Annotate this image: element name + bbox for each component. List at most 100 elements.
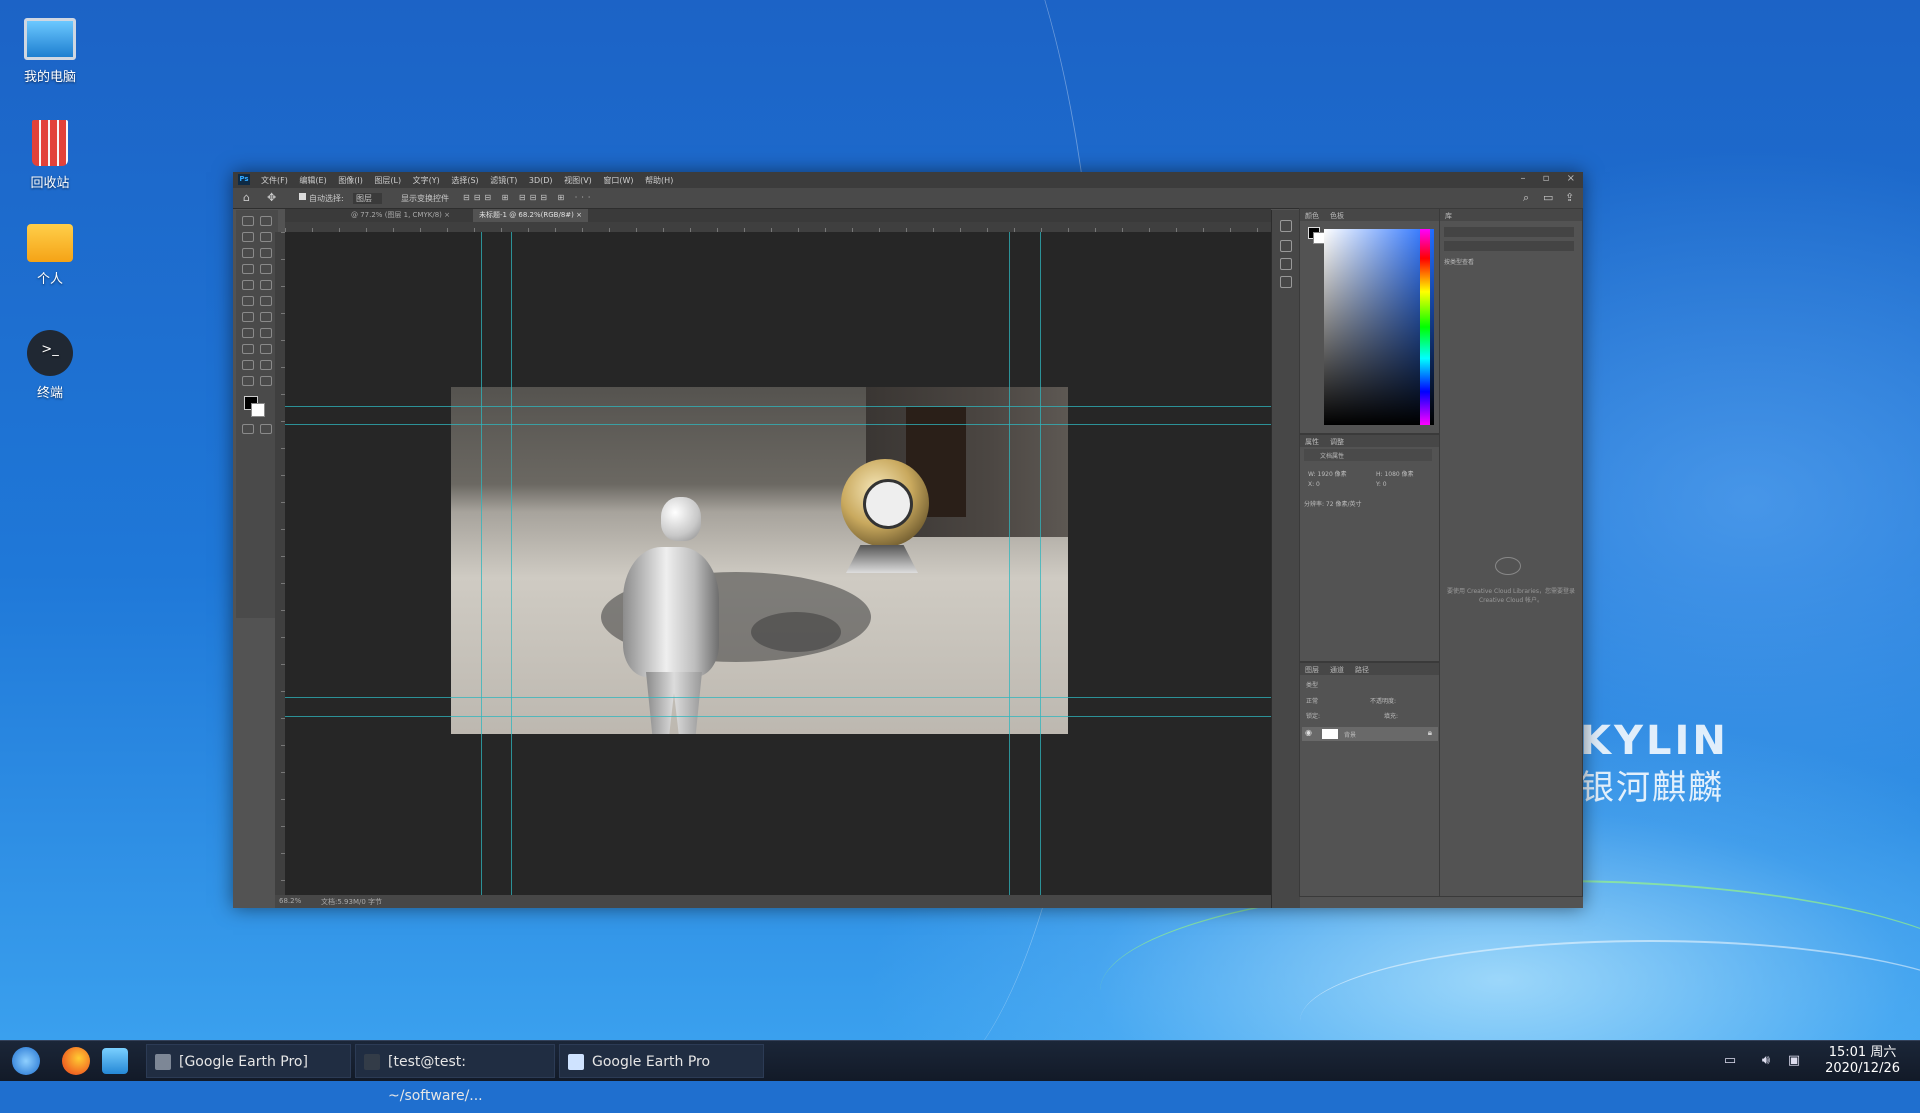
marquee-tool-icon[interactable] bbox=[260, 216, 272, 226]
view-by-type[interactable]: 按类型查看 bbox=[1444, 257, 1474, 266]
pen-tool-icon[interactable] bbox=[260, 328, 272, 338]
guide-line[interactable] bbox=[1040, 232, 1041, 895]
screen-mode-icon[interactable] bbox=[260, 424, 272, 434]
menu-3d[interactable]: 3D(D) bbox=[529, 176, 553, 185]
home-icon[interactable]: ⌂ bbox=[243, 191, 250, 204]
width-field[interactable]: W: 1920 像素 bbox=[1308, 469, 1347, 478]
desktop-icon-computer[interactable]: 我的电脑 bbox=[14, 18, 86, 85]
auto-select-checkbox[interactable] bbox=[299, 193, 306, 200]
clock[interactable]: 15:01 周六 2020/12/26 bbox=[1825, 1045, 1900, 1077]
menu-window[interactable]: 窗口(W) bbox=[603, 176, 633, 185]
network-icon[interactable]: ▭ bbox=[1722, 1053, 1738, 1069]
type-tool-icon[interactable] bbox=[242, 344, 254, 354]
brush-tool-icon[interactable] bbox=[242, 280, 254, 290]
close-icon[interactable]: × bbox=[444, 211, 450, 219]
x-field[interactable]: X: 0 bbox=[1308, 481, 1320, 488]
paragraph-icon[interactable] bbox=[1280, 258, 1292, 270]
taskbar-window-2[interactable]: [test@test: ~/software/... bbox=[355, 1044, 555, 1104]
frame-tool-icon[interactable] bbox=[260, 248, 272, 258]
y-field[interactable]: Y: 0 bbox=[1376, 481, 1387, 488]
eye-icon[interactable]: ◉ bbox=[1305, 728, 1312, 737]
tab-color[interactable]: 颜色 bbox=[1305, 211, 1319, 221]
move-tool-icon[interactable]: ✥ bbox=[267, 191, 276, 204]
gradient-tool-icon[interactable] bbox=[242, 312, 254, 322]
background-color-swatch[interactable] bbox=[251, 403, 265, 417]
blur-tool-icon[interactable] bbox=[260, 312, 272, 322]
hand-tool-icon[interactable] bbox=[260, 360, 272, 370]
tab-adjustments[interactable]: 调整 bbox=[1330, 437, 1344, 447]
library-dropdown[interactable] bbox=[1444, 241, 1574, 251]
eraser-tool-icon[interactable] bbox=[260, 296, 272, 306]
move-tool-icon[interactable] bbox=[242, 216, 254, 226]
file-manager-icon[interactable] bbox=[102, 1048, 128, 1074]
tab-properties[interactable]: 属性 bbox=[1305, 437, 1319, 447]
menu-view[interactable]: 视图(V) bbox=[564, 176, 592, 185]
guide-line[interactable] bbox=[285, 716, 1271, 717]
history-brush-icon[interactable] bbox=[242, 296, 254, 306]
menu-type[interactable]: 文字(Y) bbox=[413, 176, 440, 185]
shape-tool-icon[interactable] bbox=[242, 360, 254, 370]
tab-libraries[interactable]: 库 bbox=[1445, 211, 1452, 221]
menu-select[interactable]: 选择(S) bbox=[451, 176, 478, 185]
desktop-icon-home[interactable]: 个人 bbox=[14, 224, 86, 287]
crop-tool-icon[interactable] bbox=[242, 248, 254, 258]
history-icon[interactable] bbox=[1280, 220, 1292, 232]
glyphs-icon[interactable] bbox=[1280, 276, 1292, 288]
menu-layer[interactable]: 图层(L) bbox=[374, 176, 401, 185]
canvas-area[interactable] bbox=[285, 232, 1271, 895]
tab-layers[interactable]: 图层 bbox=[1305, 665, 1319, 675]
blend-mode-dropdown[interactable]: 正常 bbox=[1306, 696, 1318, 705]
maximize-icon[interactable]: ▫ bbox=[1543, 173, 1550, 184]
stamp-tool-icon[interactable] bbox=[260, 280, 272, 290]
layer-row[interactable]: ◉ 背景 🔒︎ bbox=[1302, 727, 1438, 741]
lasso-tool-icon[interactable] bbox=[242, 232, 254, 242]
tab-document-1[interactable]: @ 77.2% (图层 1, CMYK/8) × bbox=[345, 209, 456, 222]
search-icon[interactable]: ⌕ bbox=[1523, 191, 1529, 205]
share-icon[interactable]: ⇪ bbox=[1565, 191, 1574, 204]
tab-swatches[interactable]: 色板 bbox=[1330, 211, 1344, 221]
taskbar-window-1[interactable]: [Google Earth Pro] bbox=[146, 1044, 351, 1078]
zoom-level[interactable]: 68.2% bbox=[279, 897, 301, 905]
auto-select-dropdown[interactable]: 图层 bbox=[353, 193, 382, 204]
desktop-icon-trash[interactable]: 回收站 bbox=[14, 120, 86, 191]
menu-image[interactable]: 图像(I) bbox=[338, 176, 363, 185]
start-menu-icon[interactable] bbox=[12, 1047, 40, 1075]
guide-line[interactable] bbox=[511, 232, 512, 895]
quick-mask-icon[interactable] bbox=[242, 424, 254, 434]
guide-line[interactable] bbox=[285, 406, 1271, 407]
tab-document-2[interactable]: 未标题-1 @ 68.2%(RGB/8#) × bbox=[473, 209, 589, 222]
menu-file[interactable]: 文件(F) bbox=[261, 176, 288, 185]
guide-line[interactable] bbox=[481, 232, 482, 895]
show-transform-label[interactable]: 显示变换控件 bbox=[401, 193, 449, 204]
desktop-icon-terminal[interactable]: >_ 终端 bbox=[14, 330, 86, 401]
library-search-input[interactable] bbox=[1444, 227, 1574, 237]
height-field[interactable]: H: 1080 像素 bbox=[1376, 469, 1414, 478]
menu-edit[interactable]: 编辑(E) bbox=[299, 176, 326, 185]
guide-line[interactable] bbox=[285, 697, 1271, 698]
color-picker-field[interactable] bbox=[1324, 229, 1434, 425]
minimize-icon[interactable]: – bbox=[1520, 173, 1525, 184]
character-icon[interactable] bbox=[1280, 240, 1292, 252]
align-icons[interactable]: ⊟⊟⊟ ⊞ ⊟⊟⊟ ⊞ ··· bbox=[463, 193, 594, 202]
layer-kind-filter[interactable]: 类型 bbox=[1306, 680, 1318, 689]
tab-paths[interactable]: 路径 bbox=[1355, 665, 1369, 675]
menu-help[interactable]: 帮助(H) bbox=[645, 176, 673, 185]
taskbar-window-3[interactable]: Google Earth Pro bbox=[559, 1044, 764, 1078]
eyedropper-icon[interactable] bbox=[242, 264, 254, 274]
healing-brush-icon[interactable] bbox=[260, 264, 272, 274]
zoom-tool-icon[interactable] bbox=[242, 376, 254, 386]
more-tools-icon[interactable] bbox=[260, 376, 272, 386]
dodge-tool-icon[interactable] bbox=[242, 328, 254, 338]
display-icon[interactable]: ▣ bbox=[1786, 1053, 1802, 1069]
close-icon[interactable]: × bbox=[576, 211, 582, 219]
guide-line[interactable] bbox=[285, 424, 1271, 425]
path-select-icon[interactable] bbox=[260, 344, 272, 354]
guide-line[interactable] bbox=[1009, 232, 1010, 895]
hue-slider[interactable] bbox=[1420, 229, 1430, 425]
workspace-icon[interactable]: ▭ bbox=[1543, 191, 1553, 204]
close-icon[interactable]: × bbox=[1567, 173, 1575, 184]
quick-select-icon[interactable] bbox=[260, 232, 272, 242]
document-image[interactable] bbox=[451, 387, 1068, 734]
photoshop-window[interactable]: Ps 文件(F) 编辑(E) 图像(I) 图层(L) 文字(Y) 选择(S) 滤… bbox=[233, 172, 1583, 908]
firefox-icon[interactable] bbox=[62, 1047, 90, 1075]
